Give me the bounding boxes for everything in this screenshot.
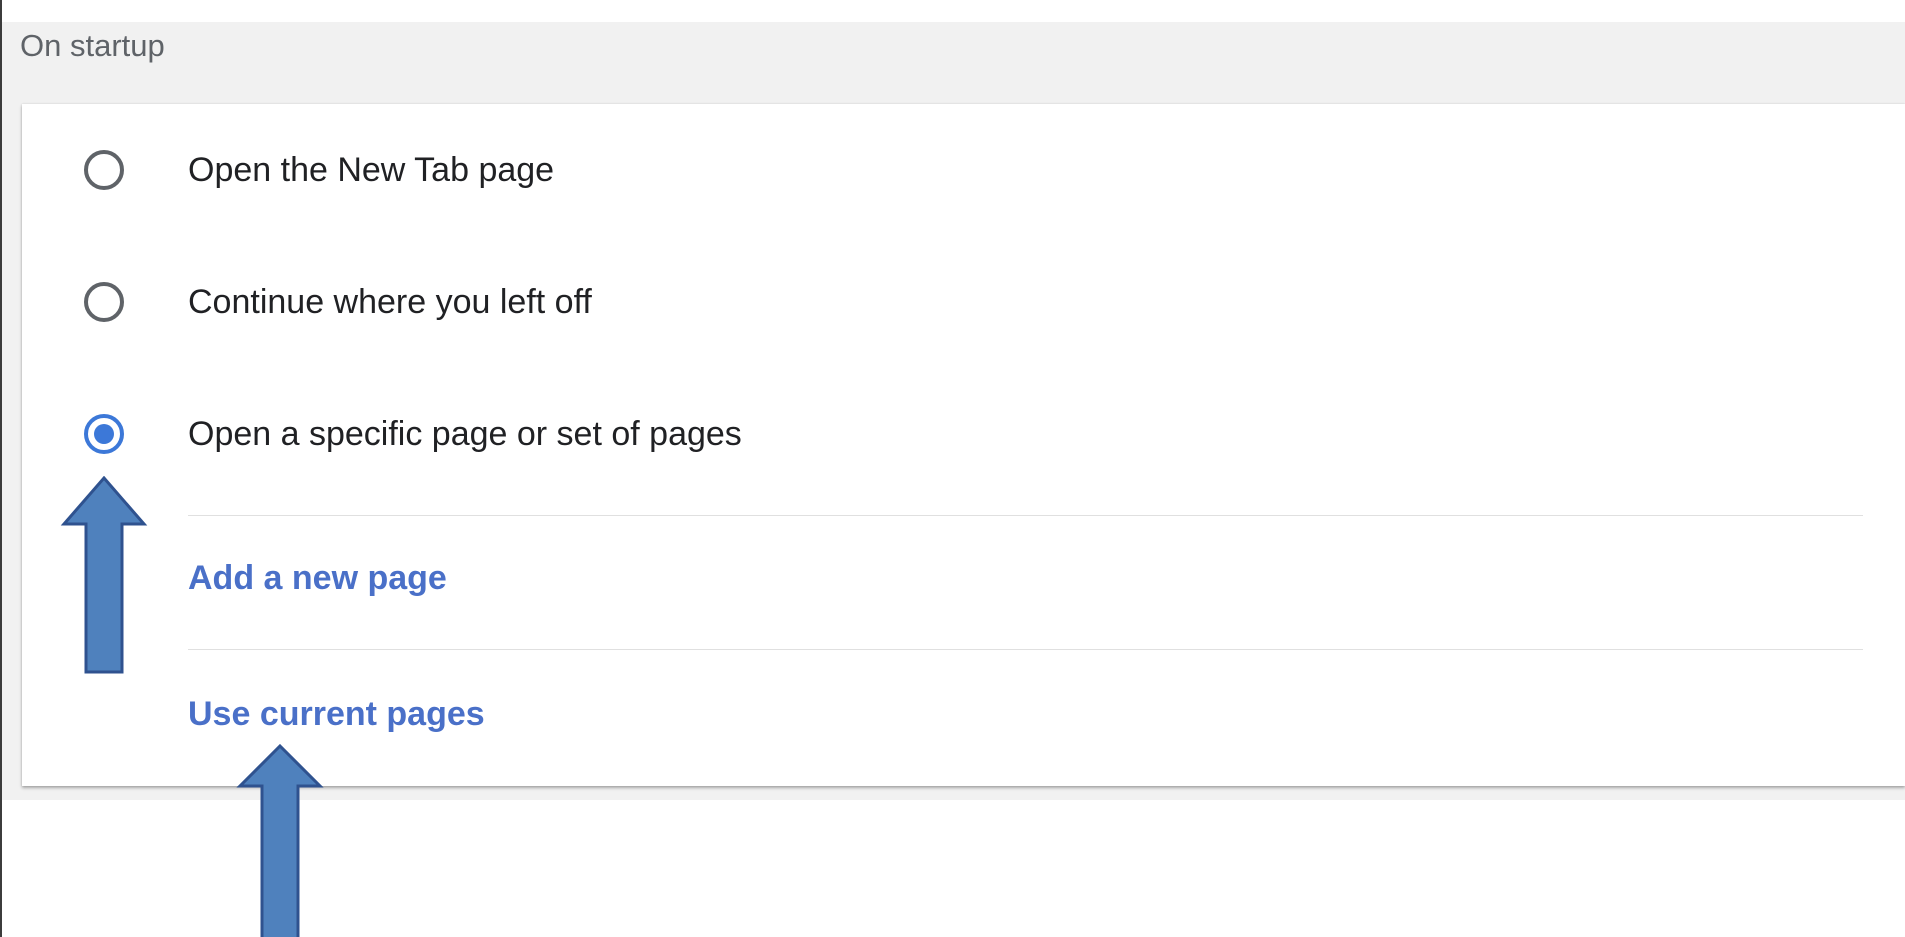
radio-option-continue[interactable]: Continue where you left off (22, 252, 1905, 352)
radio-option-specific-pages[interactable]: Open a specific page or set of pages (22, 384, 1905, 484)
settings-screen: On startup Open the New Tab page Continu… (0, 0, 1905, 937)
radio-option-new-tab[interactable]: Open the New Tab page (22, 120, 1905, 220)
radio-label-continue: Continue where you left off (188, 283, 592, 321)
startup-options-card: Open the New Tab page Continue where you… (22, 104, 1905, 786)
radio-label-new-tab: Open the New Tab page (188, 151, 555, 189)
radio-selected-dot (94, 424, 114, 444)
divider (188, 649, 1863, 650)
radio-button-new-tab[interactable] (84, 150, 124, 190)
annotation-arrow-up-icon (236, 744, 324, 937)
annotation-arrow-up-icon (60, 476, 148, 674)
section-title: On startup (20, 28, 165, 63)
radio-button-continue[interactable] (84, 282, 124, 322)
use-current-pages-link[interactable]: Use current pages (188, 692, 485, 736)
radio-button-specific-pages[interactable] (84, 414, 124, 454)
radio-label-specific-pages: Open a specific page or set of pages (188, 415, 742, 453)
add-new-page-link[interactable]: Add a new page (188, 556, 447, 600)
divider (188, 515, 1863, 516)
